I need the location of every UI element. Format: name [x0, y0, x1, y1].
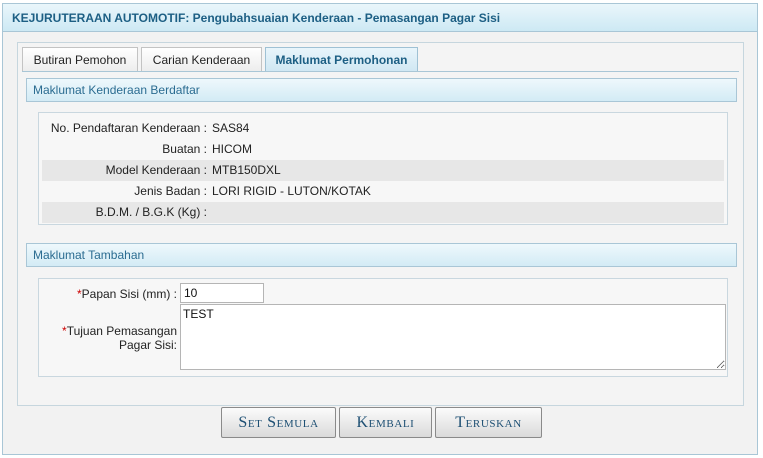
- make-label: Buatan :: [162, 142, 207, 156]
- body-type-value: LORI RIGID - LUTON/KOTAK: [212, 184, 371, 198]
- purpose-label-line2: Pagar Sisi:: [118, 338, 177, 352]
- back-button[interactable]: Kembali: [339, 407, 432, 438]
- vehicle-row-registration: No. Pendaftaran Kenderaan : SAS84: [42, 118, 724, 139]
- make-value: HICOM: [212, 142, 252, 156]
- model-value: MTB150DXL: [212, 163, 281, 177]
- panel-width-label: *Papan Sisi (mm) :: [47, 287, 177, 301]
- registration-number-value: SAS84: [212, 121, 250, 135]
- panel-title: KEJURUTERAAN AUTOMOTIF: Pengubahsuaian K…: [3, 4, 757, 32]
- continue-button[interactable]: Teruskan: [435, 407, 542, 438]
- registration-number-label: No. Pendaftaran Kenderaan :: [50, 121, 207, 135]
- vehicle-row-model: Model Kenderaan : MTB150DXL: [42, 160, 724, 181]
- section-header-additional-info: Maklumat Tambahan: [26, 243, 737, 267]
- tab-butiran-pemohon[interactable]: Butiran Pemohon: [22, 47, 138, 72]
- purpose-label: *Tujuan Pemasangan Pagar Sisi:: [47, 324, 177, 352]
- panel-width-input[interactable]: [180, 283, 264, 303]
- vehicle-row-weight: B.D.M. / B.G.K (Kg) :: [42, 202, 724, 223]
- registered-vehicle-fieldset: No. Pendaftaran Kenderaan : SAS84 Buatan…: [38, 112, 728, 225]
- model-label: Model Kenderaan :: [105, 163, 207, 177]
- body-type-label: Jenis Badan :: [134, 184, 207, 198]
- panel-width-label-text: Papan Sisi (mm) :: [81, 287, 177, 301]
- purpose-textarea[interactable]: TEST: [180, 304, 726, 370]
- application-panel: KEJURUTERAAN AUTOMOTIF: Pengubahsuaian K…: [2, 3, 758, 455]
- purpose-label-line1: Tujuan Pemasangan: [66, 324, 177, 338]
- weight-label: B.D.M. / B.G.K (Kg) :: [95, 205, 207, 219]
- vehicle-row-make: Buatan : HICOM: [42, 139, 724, 160]
- tab-divider: [22, 71, 739, 72]
- tab-carian-kenderaan[interactable]: Carian Kenderaan: [141, 47, 262, 72]
- vehicle-row-body-type: Jenis Badan : LORI RIGID - LUTON/KOTAK: [42, 181, 724, 202]
- tab-maklumat-permohonan[interactable]: Maklumat Permohonan: [265, 47, 418, 72]
- tab-container: Butiran Pemohon Carian Kenderaan Makluma…: [17, 42, 744, 406]
- additional-info-fieldset: *Papan Sisi (mm) : *Tujuan PemasanganPag…: [38, 278, 728, 377]
- reset-button[interactable]: Set Semula: [221, 407, 336, 438]
- section-header-registered-vehicle: Maklumat Kenderaan Berdaftar: [26, 78, 737, 102]
